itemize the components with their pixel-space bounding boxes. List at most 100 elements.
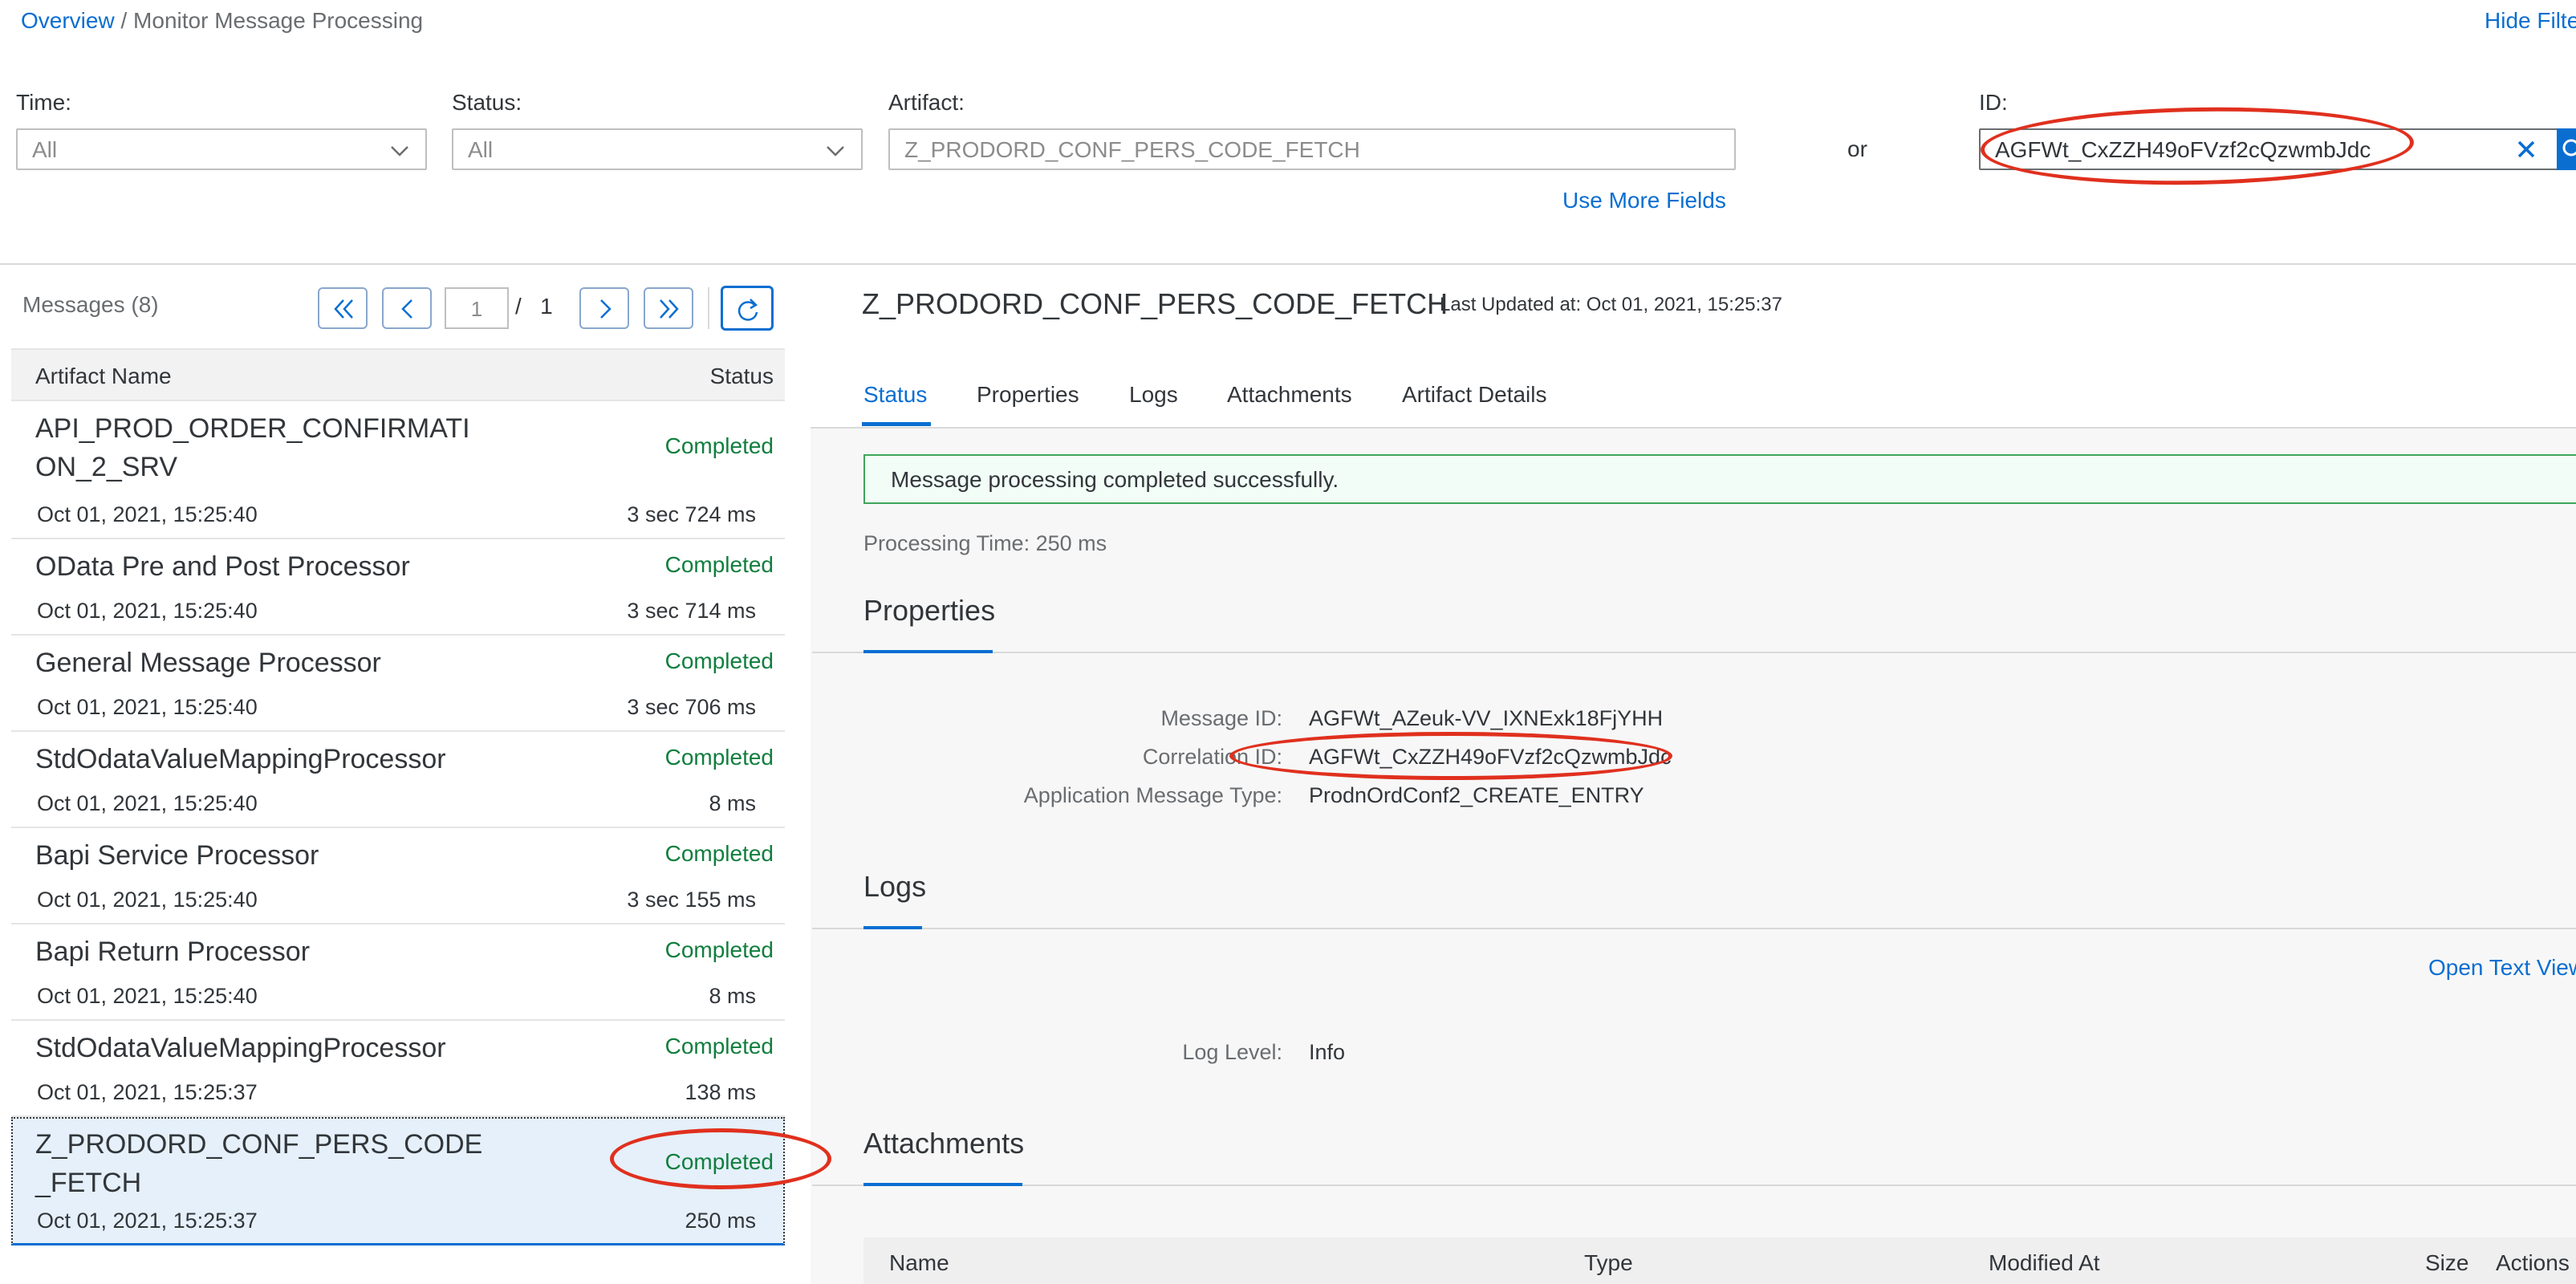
double-chevron-right-icon bbox=[660, 299, 679, 319]
properties-section-title: Properties bbox=[863, 594, 996, 627]
message-duration: 138 ms bbox=[685, 1080, 756, 1104]
status-badge: Completed bbox=[664, 433, 774, 458]
column-name: Name bbox=[889, 1250, 949, 1275]
refresh-icon bbox=[737, 299, 758, 321]
artifact-name: StdOdataValueMappingProcessor bbox=[35, 744, 446, 774]
chevron-down-icon bbox=[391, 146, 408, 156]
page-separator: / bbox=[515, 294, 522, 319]
page-total: / 1 bbox=[515, 294, 553, 319]
status-badge: Completed bbox=[664, 937, 774, 962]
status-badge: Completed bbox=[664, 1034, 774, 1058]
list-item[interactable]: General Message Processor Completed Oct … bbox=[11, 636, 785, 732]
message-date: Oct 01, 2021, 15:25:37 bbox=[37, 1080, 258, 1104]
refresh-button[interactable] bbox=[721, 286, 774, 331]
log-level-label: Log Level: bbox=[1182, 1040, 1282, 1064]
tab-attachments[interactable]: Attachments bbox=[1227, 382, 1352, 408]
messages-list-header: Artifact Name Status bbox=[11, 348, 785, 401]
hide-filter-link[interactable]: Hide Filte bbox=[2485, 8, 2576, 34]
status-badge: Completed bbox=[664, 648, 774, 673]
column-type: Type bbox=[1584, 1250, 1633, 1275]
first-page-button[interactable] bbox=[318, 287, 368, 329]
artifact-name: Z_PRODORD_CONF_PERS_CODE_FETCH bbox=[35, 1129, 483, 1198]
page-number-value: 1 bbox=[470, 297, 483, 321]
list-item[interactable]: Bapi Service Processor Completed Oct 01,… bbox=[11, 828, 785, 924]
attachments-accent bbox=[863, 1183, 1022, 1186]
app-message-type-label: Application Message Type: bbox=[1023, 783, 1282, 807]
message-id-label: Message ID: bbox=[1160, 706, 1282, 730]
status-label: Status: bbox=[452, 90, 522, 115]
tab-properties[interactable]: Properties bbox=[977, 382, 1079, 408]
time-select[interactable]: All bbox=[16, 128, 427, 170]
search-button[interactable] bbox=[2557, 128, 2576, 170]
success-message-strip: Message processing completed successfull… bbox=[863, 454, 2576, 504]
artifact-name: Bapi Service Processor bbox=[35, 840, 319, 871]
id-input-value: AGFWt_CxZZH49oFVzf2cQzwmbJdc bbox=[1995, 137, 2371, 162]
artifact-name: OData Pre and Post Processor bbox=[35, 551, 410, 582]
next-page-button[interactable] bbox=[579, 287, 629, 329]
properties-accent bbox=[863, 650, 993, 653]
status-badge: Completed bbox=[664, 841, 774, 866]
tab-artifact-details[interactable]: Artifact Details bbox=[1402, 382, 1547, 408]
message-date: Oct 01, 2021, 15:25:40 bbox=[37, 502, 258, 526]
artifact-input[interactable]: Z_PRODORD_CONF_PERS_CODE_FETCH bbox=[888, 128, 1736, 170]
message-duration: 8 ms bbox=[709, 791, 756, 815]
column-actions: Actions bbox=[2496, 1250, 2570, 1275]
message-duration: 3 sec 724 ms bbox=[627, 502, 756, 526]
messages-list: API_PROD_ORDER_CONFIRMATION_2_SRV Comple… bbox=[11, 401, 785, 1245]
processing-time: Processing Time: 250 ms bbox=[863, 531, 1107, 555]
last-updated: Last Updated at: Oct 01, 2021, 15:25:37 bbox=[1440, 294, 1782, 315]
message-date: Oct 01, 2021, 15:25:40 bbox=[37, 888, 258, 912]
tab-status[interactable]: Status bbox=[863, 382, 927, 408]
previous-page-button[interactable] bbox=[382, 287, 432, 329]
search-icon bbox=[2560, 138, 2576, 157]
artifact-name: General Message Processor bbox=[35, 648, 381, 678]
message-id-value: AGFWt_AZeuk-VV_IXNExk18FjYHH bbox=[1309, 706, 1664, 730]
message-duration: 3 sec 714 ms bbox=[627, 599, 756, 623]
list-item[interactable]: Bapi Return Processor Completed Oct 01, … bbox=[11, 924, 785, 1021]
column-size: Size bbox=[2425, 1250, 2469, 1275]
status-select[interactable]: All bbox=[452, 128, 863, 170]
open-text-view-link[interactable]: Open Text View bbox=[2428, 955, 2576, 981]
message-date: Oct 01, 2021, 15:25:37 bbox=[37, 1209, 258, 1233]
time-label: Time: bbox=[16, 90, 71, 115]
log-level-value: Info bbox=[1309, 1040, 1346, 1064]
list-item-selected[interactable]: Z_PRODORD_CONF_PERS_CODE_FETCH Completed… bbox=[11, 1117, 785, 1245]
time-select-value: All bbox=[32, 137, 58, 162]
correlation-id-value: AGFWt_CxZZH49oFVzf2cQzwmbJdc bbox=[1309, 745, 1672, 769]
list-item[interactable]: API_PROD_ORDER_CONFIRMATION_2_SRV Comple… bbox=[11, 401, 785, 539]
active-tab-indicator bbox=[862, 422, 931, 426]
double-chevron-left-icon bbox=[334, 299, 353, 319]
list-item[interactable]: OData Pre and Post Processor Completed O… bbox=[11, 539, 785, 636]
id-input[interactable]: AGFWt_CxZZH49oFVzf2cQzwmbJdc bbox=[1979, 128, 2560, 170]
last-page-button[interactable] bbox=[644, 287, 693, 329]
list-item[interactable]: StdOdataValueMappingProcessor Completed … bbox=[11, 732, 785, 828]
page-total-value: 1 bbox=[540, 294, 553, 319]
status-badge: Completed bbox=[664, 552, 774, 577]
use-more-fields-link[interactable]: Use More Fields bbox=[1562, 188, 1726, 213]
artifact-name: Bapi Return Processor bbox=[35, 937, 311, 967]
breadcrumb-current: Monitor Message Processing bbox=[133, 8, 424, 33]
message-duration: 250 ms bbox=[685, 1209, 756, 1233]
status-badge: Completed bbox=[664, 1149, 774, 1174]
id-label: ID: bbox=[1979, 90, 2008, 115]
or-text: or bbox=[1847, 136, 1867, 161]
properties-divider bbox=[812, 652, 2576, 653]
logs-accent bbox=[863, 926, 922, 929]
toolbar-separator bbox=[708, 287, 709, 329]
column-status: Status bbox=[709, 364, 774, 388]
clear-icon[interactable] bbox=[2515, 138, 2537, 160]
artifact-label: Artifact: bbox=[888, 90, 965, 115]
breadcrumb-overview-link[interactable]: Overview bbox=[21, 8, 115, 33]
page-title: Z_PRODORD_CONF_PERS_CODE_FETCH bbox=[862, 287, 1448, 320]
artifact-name: StdOdataValueMappingProcessor bbox=[35, 1033, 446, 1063]
attachments-table-header: Name Type Modified At Size Actions bbox=[863, 1237, 2576, 1284]
breadcrumb: Overview / Monitor Message Processing bbox=[21, 8, 423, 34]
status-badge: Completed bbox=[664, 745, 774, 770]
page-number-input[interactable]: 1 bbox=[445, 287, 509, 329]
message-date: Oct 01, 2021, 15:25:40 bbox=[37, 984, 258, 1008]
list-item[interactable]: StdOdataValueMappingProcessor Completed … bbox=[11, 1021, 785, 1117]
logs-section-title: Logs bbox=[863, 870, 927, 903]
artifact-name: API_PROD_ORDER_CONFIRMATION_2_SRV bbox=[35, 413, 470, 482]
tab-logs[interactable]: Logs bbox=[1129, 382, 1178, 408]
message-date: Oct 01, 2021, 15:25:40 bbox=[37, 695, 258, 719]
